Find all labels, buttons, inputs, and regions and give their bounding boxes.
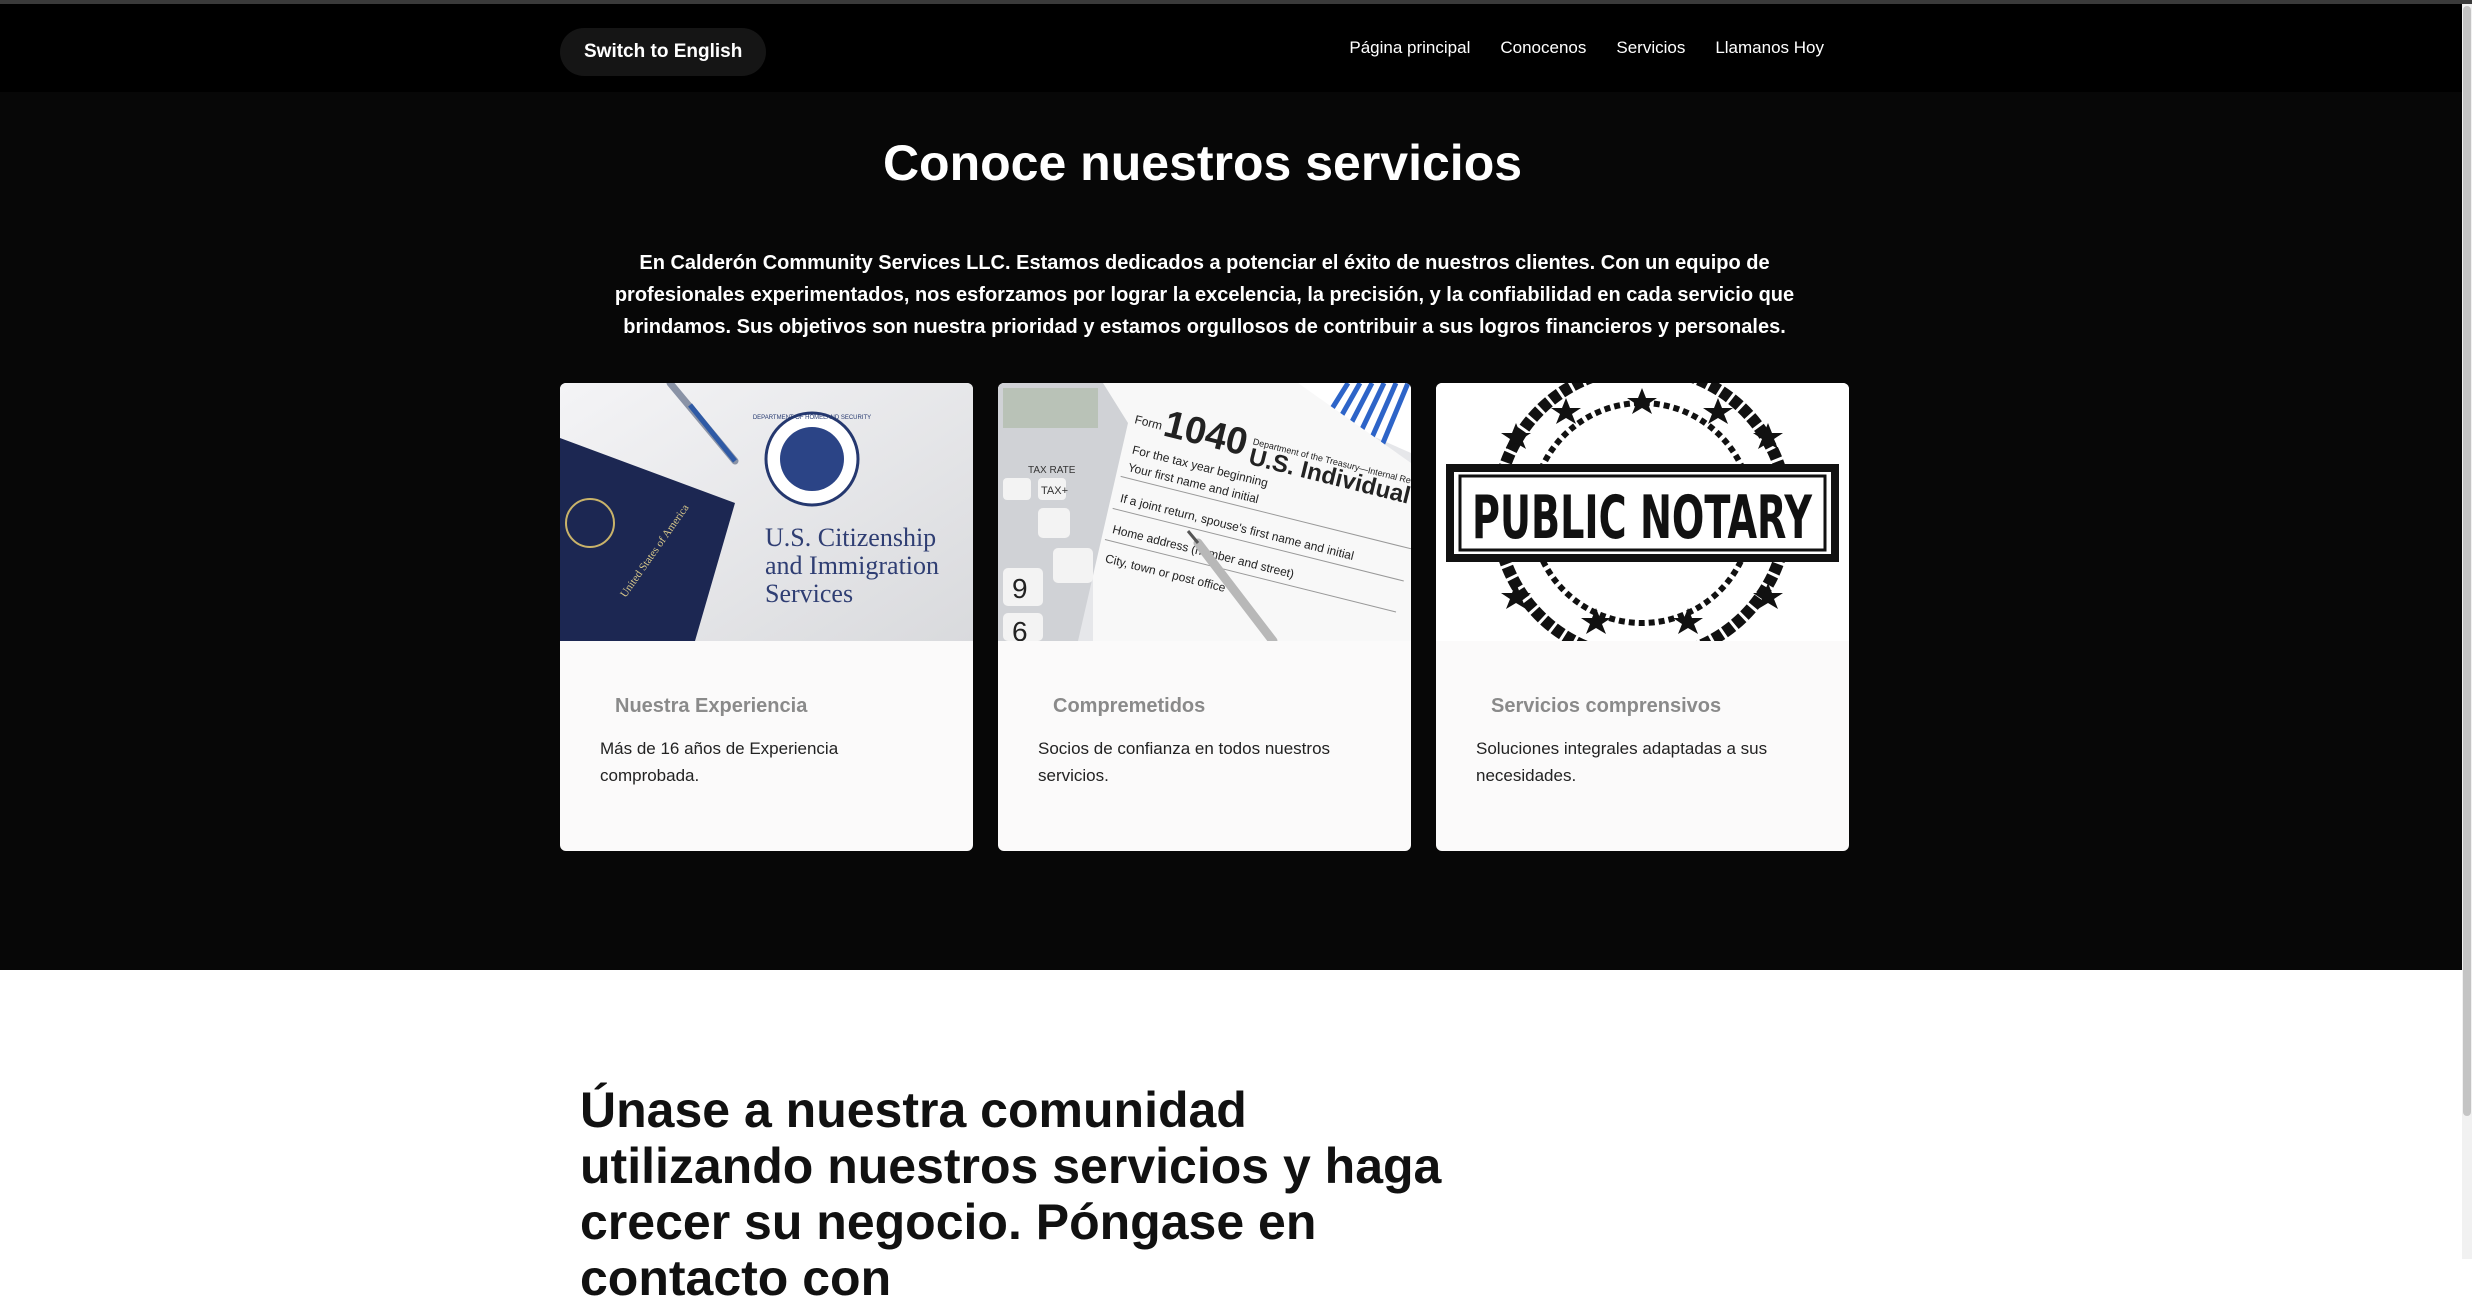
card-description: Soluciones integrales adaptadas a sus ne… [1476,739,1768,785]
calc-label-1: TAX RATE [1028,465,1076,476]
card-title: Servicios comprensivos [1491,695,1722,717]
card-description: Socios de confianza en todos nuestros se… [1038,739,1331,785]
card-title: Nuestra Experiencia [615,695,808,717]
calc-key-9: 9 [1012,573,1028,604]
services-intro: En Calderón Community Services LLC. Esta… [614,252,1795,338]
scrollbar-thumb[interactable] [2463,6,2471,1116]
tax-form-image: Form 1040 Department of the Treasury—Int… [998,383,1411,641]
nav-link-services[interactable]: Servicios [1616,38,1685,58]
uscis-line1: U.S. Citizenship [765,523,936,552]
navbar: Switch to English Página principal Conoc… [0,4,2462,92]
public-notary-stamp-image: PUBLIC NOTARY [1436,383,1849,641]
join-heading: Únase a nuestra comunidad utilizando nue… [580,1082,1442,1306]
uscis-line3: Services [765,579,853,608]
calc-label-2: TAX+ [1041,485,1068,497]
dhs-seal-text: DEPARTMENT OF HOMELAND SECURITY [753,415,871,421]
uscis-line2: and Immigration [765,551,939,580]
nav-links: Página principal Conocenos Servicios Lla… [1349,38,1824,58]
nav-link-call[interactable]: Llamanos Hoy [1715,38,1824,58]
nav-link-home[interactable]: Página principal [1349,38,1470,58]
service-card-comprehensive: PUBLIC NOTARY Servicios comprensivos Sol… [1436,383,1849,851]
card-description: Más de 16 años de Experiencia comprobada… [600,739,839,785]
switch-language-button[interactable]: Switch to English [560,28,767,76]
stamp-text: PUBLIC NOTARY [1472,483,1813,553]
service-card-experience: United States of America DEPARTMENT OF H… [560,383,973,851]
nav-link-about[interactable]: Conocenos [1500,38,1586,58]
services-title: Conoce nuestros servicios [882,135,1523,191]
service-card-committed: Form 1040 Department of the Treasury—Int… [998,383,1411,851]
page-scrollbar[interactable] [2462,4,2472,1259]
card-title: Compremetidos [1053,695,1206,717]
calc-key-6: 6 [1012,616,1028,641]
uscis-image: United States of America DEPARTMENT OF H… [560,383,973,641]
